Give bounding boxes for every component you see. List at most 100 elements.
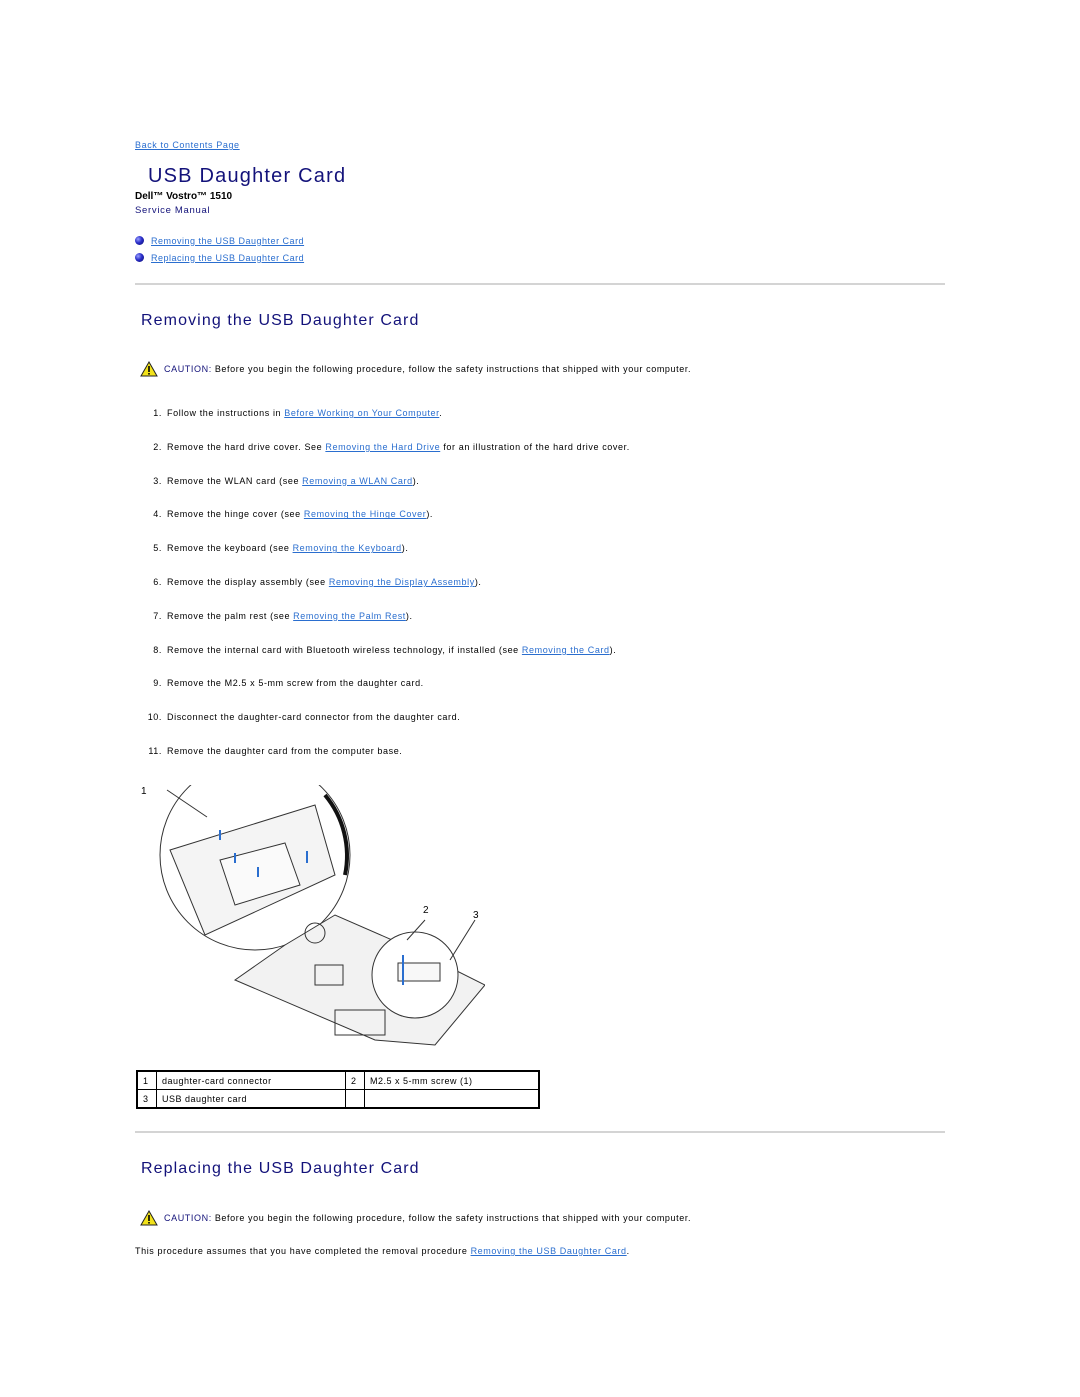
step-text: Disconnect the daughter-card connector f… (167, 712, 460, 722)
toc-item: Removing the USB Daughter Card (135, 232, 304, 249)
page-title: USB Daughter Card (148, 165, 347, 187)
step-item: 11. Remove the daughter card from the com… (135, 746, 630, 780)
step-text-pre: Remove the internal card with Bluetooth … (167, 644, 522, 655)
caution-notice: CAUTION: Before you begin the following … (140, 1210, 691, 1226)
step-item: 8. Remove the internal card with Bluetoot… (135, 645, 630, 679)
table-row: 3 USB daughter card (136, 1089, 540, 1109)
step-text-post: ). (426, 509, 434, 520)
step-text: Remove the hinge cover (see Removing the… (167, 509, 433, 519)
procedure-assumption: This procedure assumes that you have com… (135, 1246, 630, 1256)
section-heading-removing: Removing the USB Daughter Card (141, 312, 420, 329)
step-text-post: ). (401, 543, 409, 554)
step-text-pre: Remove the keyboard (see (167, 543, 293, 554)
toc-item: Replacing the USB Daughter Card (135, 249, 304, 266)
caution-text: Before you begin the following procedure… (214, 364, 692, 374)
step-link[interactable]: Before Working on Your Computer (284, 408, 439, 418)
step-item: 3. Remove the WLAN card (see Removing a W… (135, 476, 630, 510)
step-text-post: ). (412, 475, 420, 486)
step-link[interactable]: Removing the Display Assembly (329, 577, 475, 587)
legend-label: USB daughter card (156, 1089, 346, 1109)
step-number: 9. (153, 678, 162, 689)
step-number: 10. (147, 712, 162, 723)
divider (135, 1131, 945, 1133)
callout-1: 1 (141, 786, 147, 797)
step-item: 1. Follow the instructions in Before Work… (135, 408, 630, 442)
step-link[interactable]: Removing a WLAN Card (302, 476, 413, 486)
step-text-pre: Remove the hard drive cover. See (167, 441, 326, 452)
step-text-pre: Remove the display assembly (see (167, 576, 329, 587)
step-link[interactable]: Removing the Hard Drive (325, 442, 440, 452)
step-item: 4. Remove the hinge cover (see Removing t… (135, 509, 630, 543)
back-to-contents-link[interactable]: Back to Contents Page (135, 140, 240, 150)
caution-notice: CAUTION: Before you begin the following … (140, 361, 691, 377)
step-text-pre: Remove the daughter card from the comput… (167, 745, 403, 756)
usb-daughter-card-illustration: 1 2 3 (141, 785, 485, 1046)
step-text: Remove the display assembly (see Removin… (167, 577, 482, 587)
step-text-pre: Disconnect the daughter-card connector f… (167, 712, 461, 723)
step-number: 1. (153, 408, 162, 418)
step-item: 2. Remove the hard drive cover. See Remov… (135, 442, 630, 476)
assumption-text: This procedure assumes that you have com… (135, 1246, 471, 1256)
toc-link-removing[interactable]: Removing the USB Daughter Card (151, 236, 304, 246)
table-of-contents: Removing the USB Daughter Card Replacing… (135, 232, 304, 266)
step-link[interactable]: Removing the Card (522, 645, 610, 655)
step-number: 6. (153, 576, 162, 587)
warning-triangle-icon (140, 361, 158, 377)
removing-procedure-link[interactable]: Removing the USB Daughter Card (471, 1246, 627, 1256)
step-text-pre: Remove the WLAN card (see (167, 475, 303, 486)
step-text-post: ). (405, 610, 413, 621)
step-text-pre: Remove the hinge cover (see (167, 509, 304, 520)
legend-label (364, 1089, 540, 1109)
section-heading-replacing: Replacing the USB Daughter Card (141, 1160, 420, 1177)
callout-legend-table: 1 daughter-card connector 2 M2.5 x 5-mm … (136, 1070, 540, 1109)
step-text: Remove the WLAN card (see Removing a WLA… (167, 476, 419, 486)
step-text: Remove the hard drive cover. See Removin… (167, 442, 630, 452)
legend-num: 3 (136, 1089, 157, 1109)
step-number: 7. (153, 610, 162, 621)
caution-label: CAUTION: (164, 364, 212, 374)
step-item: 5. Remove the keyboard (see Removing the … (135, 543, 630, 577)
step-number: 5. (153, 543, 162, 554)
step-text-post: for an illustration of the hard drive co… (440, 441, 630, 452)
removal-steps: 1. Follow the instructions in Before Work… (135, 408, 630, 780)
step-text: Remove the M2.5 x 5-mm screw from the da… (167, 678, 424, 688)
step-text: Follow the instructions in Before Workin… (167, 408, 442, 418)
callout-2: 2 (423, 905, 429, 916)
bullet-icon (135, 236, 144, 245)
table-row: 1 daughter-card connector 2 M2.5 x 5-mm … (136, 1070, 540, 1090)
step-item: 7. Remove the palm rest (see Removing the… (135, 611, 630, 645)
step-link[interactable]: Removing the Palm Rest (293, 611, 406, 621)
step-link[interactable]: Removing the Keyboard (293, 543, 402, 553)
step-text-pre: Remove the M2.5 x 5-mm screw from the da… (167, 678, 424, 689)
assumption-end: . (626, 1246, 630, 1256)
warning-triangle-icon (140, 1210, 158, 1226)
step-text-pre: Remove the palm rest (see (167, 610, 294, 621)
step-text-post: . (439, 408, 443, 418)
legend-num (345, 1089, 365, 1109)
legend-label: daughter-card connector (156, 1070, 346, 1090)
step-text-pre: Follow the instructions in (167, 408, 285, 418)
step-text-post: ). (609, 644, 617, 655)
legend-num: 2 (345, 1070, 365, 1090)
step-text: Remove the daughter card from the comput… (167, 746, 402, 756)
callout-3: 3 (473, 910, 479, 921)
product-name: Dell™ Vostro™ 1510 (135, 191, 233, 202)
bullet-icon (135, 253, 144, 262)
toc-link-replacing[interactable]: Replacing the USB Daughter Card (151, 253, 304, 263)
manual-subtitle: Service Manual (135, 205, 211, 216)
step-item: 6. Remove the display assembly (see Remov… (135, 577, 630, 611)
step-number: 2. (153, 441, 162, 452)
caution-label: CAUTION: (164, 1213, 212, 1223)
step-number: 4. (153, 509, 162, 520)
step-number: 8. (153, 644, 162, 655)
step-item: 10. Disconnect the daughter-card connecto… (135, 712, 630, 746)
step-text: Remove the internal card with Bluetooth … (167, 645, 616, 655)
step-number: 11. (148, 745, 162, 756)
step-link[interactable]: Removing the Hinge Cover (304, 509, 426, 519)
step-item: 9. Remove the M2.5 x 5-mm screw from the … (135, 678, 630, 712)
legend-num: 1 (136, 1070, 157, 1090)
step-text: Remove the palm rest (see Removing the P… (167, 611, 413, 621)
step-text-post: ). (474, 576, 482, 587)
divider (135, 283, 945, 285)
step-number: 3. (153, 475, 162, 486)
